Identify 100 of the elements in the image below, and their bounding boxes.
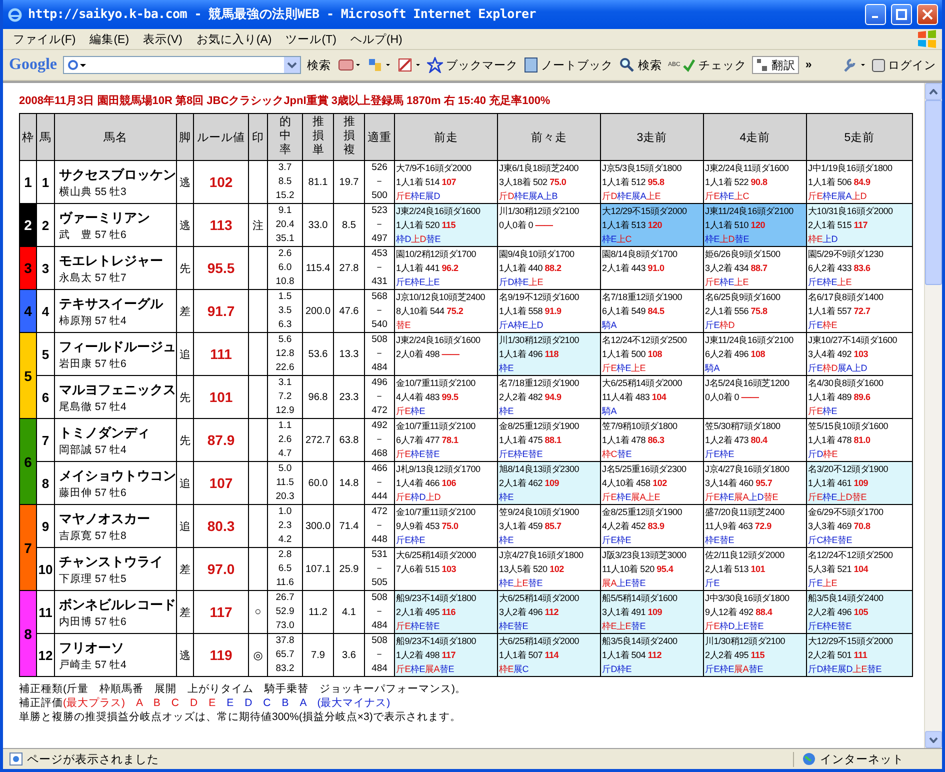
- correction-tag: 斤D: [602, 664, 617, 674]
- race-result: 0人0着 0: [705, 392, 740, 402]
- more-button[interactable]: »: [805, 59, 812, 71]
- frame-number: 6: [20, 418, 36, 504]
- scroll-down-button[interactable]: [925, 731, 942, 748]
- correction-tag: 替E: [852, 492, 867, 502]
- hit-rate: 65.7: [274, 648, 296, 662]
- column-header: 適重: [364, 114, 394, 160]
- race-result: 1人1着 522: [705, 177, 749, 187]
- legend-label: 補正評価: [19, 697, 63, 709]
- race-info: J中3/30良16頭ダ1800: [705, 593, 790, 603]
- scroll-up-button[interactable]: [925, 83, 942, 100]
- correction-tag: 枠E: [410, 621, 426, 631]
- place-odds: 14.8: [334, 462, 364, 504]
- horse-name: サクセスブロッケン: [59, 166, 176, 184]
- horse-number: 1: [36, 160, 54, 204]
- correction-tag: 展D: [425, 191, 440, 201]
- horse-number: 11: [36, 590, 54, 634]
- weight-value: 472: [370, 505, 388, 519]
- bookmark-button[interactable]: ブックマーク: [427, 57, 518, 73]
- race-score: 99.5: [442, 392, 458, 402]
- correction-tag: 枠E: [499, 664, 514, 674]
- running-style: 追: [176, 332, 194, 376]
- place-odds: 4.1: [334, 590, 364, 634]
- hit-rate: 73.0: [274, 619, 296, 633]
- menu-item[interactable]: ツール(T): [280, 30, 342, 48]
- toolbar-icon[interactable]: [367, 57, 391, 73]
- race-result: 8人10着 544: [396, 306, 444, 316]
- notebook-button[interactable]: ノートブック: [524, 57, 613, 73]
- search-button[interactable]: 検索: [307, 58, 331, 72]
- race-score: 112: [648, 650, 662, 660]
- search-field[interactable]: [63, 56, 301, 74]
- column-header: 的中率: [268, 114, 302, 160]
- race-score: 88.1: [544, 435, 562, 445]
- prediction-mark: 注: [248, 204, 268, 246]
- hit-rate: 12.9: [274, 404, 296, 418]
- scrollbar-thumb[interactable]: [925, 100, 942, 285]
- race-result: 1人1着 514: [396, 177, 440, 187]
- hit-rate: 22.6: [274, 361, 296, 375]
- correction-tag: 斤E: [808, 406, 823, 416]
- race-score: 78.1: [442, 435, 458, 445]
- place-odds: 13.3: [334, 332, 364, 376]
- race-score: 84.9: [854, 177, 870, 187]
- minimize-button[interactable]: [865, 4, 886, 25]
- column-header: 脚: [176, 114, 194, 160]
- correction-tag: 上D: [822, 234, 838, 244]
- hit-rate: 2.6: [277, 247, 293, 261]
- correction-tag: 斤D: [808, 449, 823, 459]
- hit-rate: 6.5: [277, 562, 293, 576]
- prediction-mark: ◎: [248, 634, 268, 676]
- login-button[interactable]: ログイン: [872, 58, 936, 72]
- wrench-icon[interactable]: [842, 57, 866, 73]
- menu-item[interactable]: ファイル(F): [7, 30, 82, 48]
- race-info: 笠5/30稍7頭ダ1800: [705, 421, 780, 431]
- race-info: 金10/7重11頭ダ2100: [396, 507, 476, 517]
- win-odds: 300.0: [302, 504, 334, 548]
- rule-value: 95.5: [194, 246, 248, 290]
- correction-tag: 枠E: [720, 191, 734, 201]
- weight-value: 484: [370, 361, 388, 375]
- frame-number: 3: [20, 246, 36, 290]
- correction-tag: 枠E: [617, 191, 632, 201]
- race-score: 95.8: [648, 177, 664, 187]
- race-score: ——: [442, 349, 460, 359]
- hit-rate: 3.1: [277, 376, 293, 390]
- race-info: 川1/30稍12頭ダ2100: [499, 335, 580, 345]
- race-result: 13人5着 520: [499, 564, 548, 574]
- weight-value: －: [374, 347, 386, 361]
- frame-number: 5: [20, 332, 36, 418]
- column-header: ルール値: [194, 114, 248, 160]
- menu-item[interactable]: 編集(E): [84, 30, 136, 48]
- race-score: 75.0: [550, 177, 566, 187]
- place-odds: 27.8: [334, 246, 364, 290]
- rule-value: 111: [194, 332, 248, 376]
- race-result: 11人4着 483: [602, 392, 650, 402]
- race-info: 川1/30稍12頭ダ2100: [499, 206, 580, 216]
- race-info: 盛7/20良11頭芝2400: [705, 507, 784, 517]
- correction-tag: 枠E: [616, 492, 632, 502]
- correction-tag: 上D: [528, 320, 544, 330]
- hit-rate: 20.4: [274, 218, 296, 232]
- hit-rate: 1.1: [277, 419, 293, 433]
- close-button[interactable]: [917, 4, 938, 25]
- toolbar-icon[interactable]: [337, 57, 361, 73]
- hit-rate: 8.5: [277, 175, 293, 189]
- correction-tag: 上E: [528, 277, 544, 287]
- win-odds: 33.0: [302, 204, 334, 246]
- maximize-button[interactable]: [891, 4, 912, 25]
- translate-button[interactable]: 翻訳: [752, 56, 800, 74]
- menu-item[interactable]: 表示(V): [137, 30, 188, 48]
- popup-blocker-icon[interactable]: [397, 57, 421, 73]
- race-result: 6人2着 433: [808, 263, 852, 273]
- weight-value: 496: [370, 376, 388, 390]
- correction-tag: 展D: [838, 664, 853, 674]
- menu-item[interactable]: ヘルプ(H): [344, 30, 408, 48]
- frame-number: 1: [20, 160, 36, 204]
- dropdown-icon[interactable]: [284, 57, 300, 73]
- hit-rate: 11.6: [275, 576, 295, 590]
- search-button[interactable]: 検索: [619, 57, 662, 73]
- menu-item[interactable]: お気に入り(A): [190, 30, 278, 48]
- correction-tag: 枠E: [602, 234, 617, 244]
- correction-tag: 斤E: [808, 492, 823, 502]
